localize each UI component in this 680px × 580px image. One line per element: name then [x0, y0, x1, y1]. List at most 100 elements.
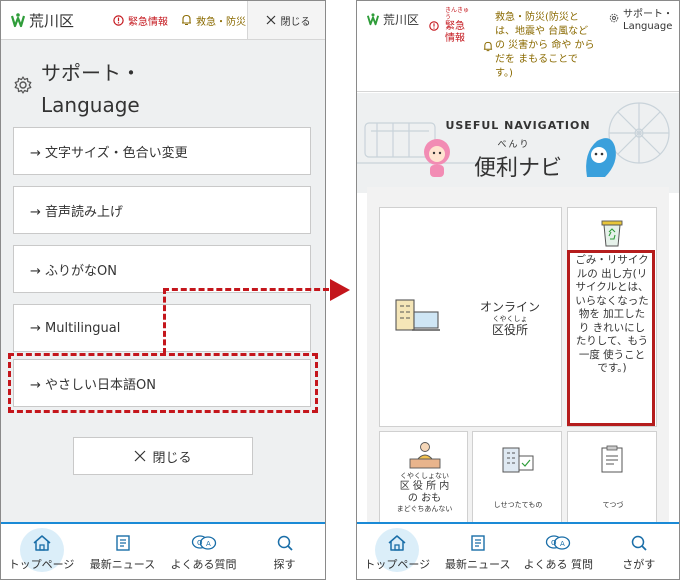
menu-item-label: → ふりがなON [30, 263, 117, 279]
svg-text:Q: Q [197, 539, 203, 547]
tab-search[interactable]: さがす [599, 524, 680, 579]
arakawa-logo-icon [366, 12, 380, 25]
connector-line-horizontal [163, 288, 329, 291]
ward-line3: の おも [407, 493, 442, 504]
ward-line4: まどぐちあんない [396, 505, 453, 513]
nav-title: べんり 便利ナビ [357, 137, 679, 182]
nav-heading: USEFUL NAVIGATION [445, 119, 591, 132]
nav-title-ruby: べんり [497, 140, 531, 150]
menu-title-line1: サポート・ [41, 61, 141, 85]
ward-office-label: くやくしょない 区 役 所 内 の おも まどぐちあんない [382, 472, 467, 514]
ward-line1: くやくしょない [400, 472, 449, 480]
menu-title-line2: Language [41, 93, 140, 117]
svg-text:Q: Q [551, 539, 557, 547]
mascot-blue-icon [586, 138, 616, 177]
menu-item-read-aloud[interactable]: → 音声読み上げ [13, 186, 311, 234]
header-close-button[interactable]: 閉じる [247, 1, 325, 39]
nav-title-text: 便利ナビ [473, 156, 562, 181]
menu-item-furigana[interactable]: → ふりがなON [13, 245, 311, 293]
building-calendar-icon [502, 447, 534, 473]
svg-text:A: A [206, 540, 211, 548]
close-label: 閉じる [280, 16, 311, 28]
search-icon [277, 535, 293, 551]
disaster-link[interactable]: 救急・防災(防災と は、地震や 台風など の 災害から 命や から だを まもる… [483, 11, 605, 81]
news-icon [471, 535, 485, 551]
faq-icon: Q A [546, 535, 571, 550]
online-label-line1: オンライン [479, 300, 540, 314]
menu-title: サポート・ Language [13, 57, 141, 121]
close-icon [266, 15, 275, 25]
menu-item-label: → Multilingual [30, 320, 121, 336]
logo-text: 荒川区 [383, 13, 420, 27]
bottom-tab-bar: トップページ 最新ニュース Q A よくある 質問 さがす [357, 522, 680, 579]
tab-label: よくある 質問 [523, 558, 594, 571]
site-logo[interactable]: 荒川区 [366, 11, 420, 28]
search-icon [631, 535, 647, 551]
arakawa-logo-icon [10, 12, 26, 27]
menu-item-label: → 音声読み上げ [30, 204, 124, 220]
home-icon [33, 535, 50, 551]
alert-icon [113, 14, 124, 26]
logo-text: 荒川区 [29, 12, 75, 30]
site-logo[interactable]: 荒川区 [10, 10, 75, 31]
reception-desk-icon [409, 442, 441, 469]
close-icon [135, 450, 146, 462]
tab-label: 最新ニュース [89, 558, 156, 571]
tab-latest-news[interactable]: 最新ニュース [82, 524, 163, 579]
tab-label: 探す [273, 558, 296, 571]
support-language-button[interactable]: サポート・ Language [609, 9, 673, 33]
emergency-label2: 情報 [445, 33, 465, 44]
tab-faq[interactable]: Q A よくある 質問 [518, 524, 599, 579]
emergency-link[interactable]: きんきゅう 緊急 情報 [429, 7, 469, 45]
alert-icon [429, 21, 439, 31]
emergency-label: 緊急情報 [128, 16, 168, 28]
tab-search[interactable]: 探す [244, 524, 325, 579]
arrow-right-icon [330, 279, 350, 301]
disaster-line: だを まもることで [495, 54, 578, 65]
home-icon [388, 535, 406, 551]
emergency-link[interactable]: 緊急情報 [113, 1, 168, 39]
facilities-label: しせつたてもの [493, 501, 543, 509]
disaster-link[interactable]: 救急・防災 [181, 1, 246, 39]
tab-label: よくある質問 [170, 558, 237, 571]
menu-item-text-size[interactable]: → 文字サイズ・色合い変更 [13, 127, 311, 175]
tab-label: トップページ [8, 558, 75, 571]
disaster-line: は、地震や 台風など [495, 26, 589, 37]
highlight-dashed-box [8, 353, 318, 413]
card-ward-office-guide[interactable]: くやくしょない 区 役 所 内 の おも まどぐちあんない [379, 431, 468, 523]
tab-top-page[interactable]: トップページ [1, 524, 82, 579]
menu-close-button[interactable]: 閉じる [73, 437, 253, 475]
menu-item-multilingual[interactable]: → Multilingual [13, 304, 311, 352]
ward-line2: 区 役 所 内 [399, 481, 450, 492]
tab-label: 最新ニュース [445, 558, 511, 571]
tab-latest-news[interactable]: 最新ニュース [438, 524, 519, 579]
svg-text:A: A [560, 540, 565, 548]
gear-icon [609, 13, 619, 23]
news-icon [115, 535, 130, 551]
disaster-line: す。) [495, 68, 513, 79]
highlight-red-box [567, 250, 655, 426]
gear-icon [14, 76, 32, 94]
tab-label: トップページ [364, 558, 431, 571]
online-label-line2: 区役所 [491, 323, 528, 337]
bottom-tab-bar: トップページ 最新ニュース Q A よくある質問 探す [1, 522, 325, 579]
bell-icon [182, 14, 191, 26]
disaster-line: の 災害から 命や から [495, 40, 595, 51]
online-label-ruby: くやくしょ [492, 315, 528, 323]
card-online-office[interactable]: オンライン くやくしょ 区役所 [379, 207, 562, 427]
menu-close-label: 閉じる [152, 450, 192, 466]
tab-top-page[interactable]: トップページ [357, 524, 438, 579]
header: 荒川区 きんきゅう 緊急 情報 救急・防災(防災と は、地震や 台風など の 災… [357, 1, 679, 92]
connector-line-vertical [163, 288, 166, 354]
recycle-bin-icon [601, 220, 623, 247]
emergency-ruby: きんきゅう [445, 7, 470, 21]
bell-icon [483, 41, 493, 52]
tab-faq[interactable]: Q A よくある質問 [163, 524, 244, 579]
procedures-label: てつづ [602, 501, 624, 509]
card-procedures[interactable]: てつづ [567, 431, 657, 523]
online-office-label: オンライン くやくしょ 区役所 [470, 300, 550, 338]
menu-item-label: → 文字サイズ・色合い変更 [30, 145, 188, 161]
disaster-line: 救急・防災(防災と [495, 12, 579, 23]
faq-icon: Q A [191, 535, 216, 550]
card-facilities[interactable]: しせつたてもの [472, 431, 562, 523]
